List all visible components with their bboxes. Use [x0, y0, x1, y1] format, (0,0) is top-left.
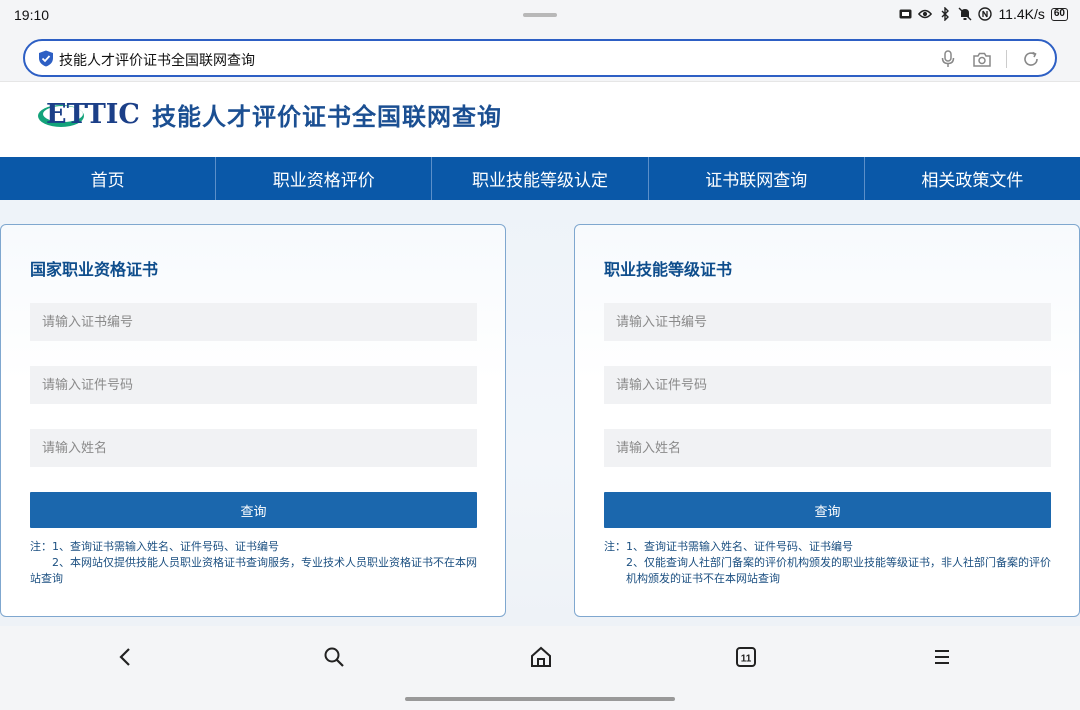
note-line: 2、本网站仅提供技能人员职业资格证书查询服务，专业技术人员职业资格证书不在本网 [52, 556, 477, 569]
browser-bottom-bar: 11 [0, 626, 1080, 710]
nav-item-certificate-query[interactable]: 证书联网查询 [649, 157, 865, 200]
nfc-icon [978, 7, 993, 21]
note-line: 注：1、查询证书需输入姓名、证件号码、证书编号 [604, 540, 853, 553]
home-icon[interactable] [529, 645, 553, 669]
certificate-number-input[interactable] [604, 303, 1051, 341]
network-speed: 11.4K/s [998, 6, 1045, 22]
mic-icon[interactable] [938, 49, 958, 69]
tab-count: 11 [741, 654, 752, 665]
refresh-icon[interactable] [1021, 49, 1041, 69]
nav-item-skill-level[interactable]: 职业技能等级认定 [432, 157, 649, 200]
menu-icon[interactable] [930, 645, 954, 669]
status-time: 19:10 [14, 7, 50, 23]
name-input[interactable] [30, 429, 477, 467]
tabs-icon[interactable]: 11 [734, 645, 758, 669]
site-title: 技能人才评价证书全国联网查询 [152, 103, 502, 131]
address-bar[interactable]: 技能人才评价证书全国联网查询 [23, 39, 1057, 77]
status-bar: 19:10 11.4K/s 60 [0, 0, 1080, 32]
ettic-logo[interactable]: ETTIC [37, 94, 142, 132]
note-line: 站查询 [30, 572, 63, 585]
camera-icon[interactable] [972, 49, 992, 69]
id-number-input[interactable] [30, 366, 477, 404]
mute-icon [958, 7, 972, 21]
skill-level-card: 职业技能等级证书 查询 注：1、查询证书需输入姓名、证件号码、证书编号 2、仅能… [574, 224, 1080, 617]
certificate-number-input[interactable] [30, 303, 477, 341]
back-icon[interactable] [113, 645, 137, 669]
note-text: 注：1、查询证书需输入姓名、证件号码、证书编号 2、本网站仅提供技能人员职业资格… [30, 539, 480, 587]
query-button[interactable]: 查询 [30, 492, 477, 528]
id-number-input[interactable] [604, 366, 1051, 404]
search-icon[interactable] [322, 645, 346, 669]
card-title: 国家职业资格证书 [30, 260, 159, 279]
name-input[interactable] [604, 429, 1051, 467]
battery-indicator: 60 [1050, 7, 1068, 21]
nav-item-home[interactable]: 首页 [0, 157, 217, 200]
note-line: 注：1、查询证书需输入姓名、证件号码、证书编号 [30, 540, 279, 553]
sim-icon [898, 7, 912, 21]
main-nav: 首页 职业资格评价 职业技能等级认定 证书联网查询 相关政策文件 [0, 157, 1080, 200]
nav-item-policy[interactable]: 相关政策文件 [865, 157, 1080, 200]
logo-text: ETTIC [46, 99, 140, 130]
address-text[interactable]: 技能人才评价证书全国联网查询 [59, 50, 255, 70]
qualification-card: 国家职业资格证书 查询 注：1、查询证书需输入姓名、证件号码、证书编号 2、本网… [0, 224, 506, 617]
nav-item-qualification[interactable]: 职业资格评价 [216, 157, 433, 200]
address-actions [938, 49, 1041, 69]
status-icons: 11.4K/s 60 [898, 6, 1068, 22]
site-header: ETTIC 技能人才评价证书全国联网查询 [0, 82, 1080, 157]
card-title: 职业技能等级证书 [604, 260, 733, 279]
eye-icon [918, 7, 933, 21]
note-line: 机构颁发的证书不在本网站查询 [626, 572, 780, 585]
note-text: 注：1、查询证书需输入姓名、证件号码、证书编号 2、仅能查询人社部门备案的评价机… [604, 539, 1054, 587]
query-button[interactable]: 查询 [604, 492, 1051, 528]
content-area: 国家职业资格证书 查询 注：1、查询证书需输入姓名、证件号码、证书编号 2、本网… [0, 200, 1080, 626]
home-indicator[interactable] [405, 697, 675, 701]
bluetooth-icon [938, 7, 952, 21]
browser-toolbar: 技能人才评价证书全国联网查询 [0, 32, 1080, 82]
separator [1006, 50, 1007, 68]
window-handle[interactable] [523, 13, 557, 17]
shield-icon[interactable] [38, 50, 54, 67]
note-line: 2、仅能查询人社部门备案的评价机构颁发的职业技能等级证书，非人社部门备案的评价 [626, 556, 1051, 569]
